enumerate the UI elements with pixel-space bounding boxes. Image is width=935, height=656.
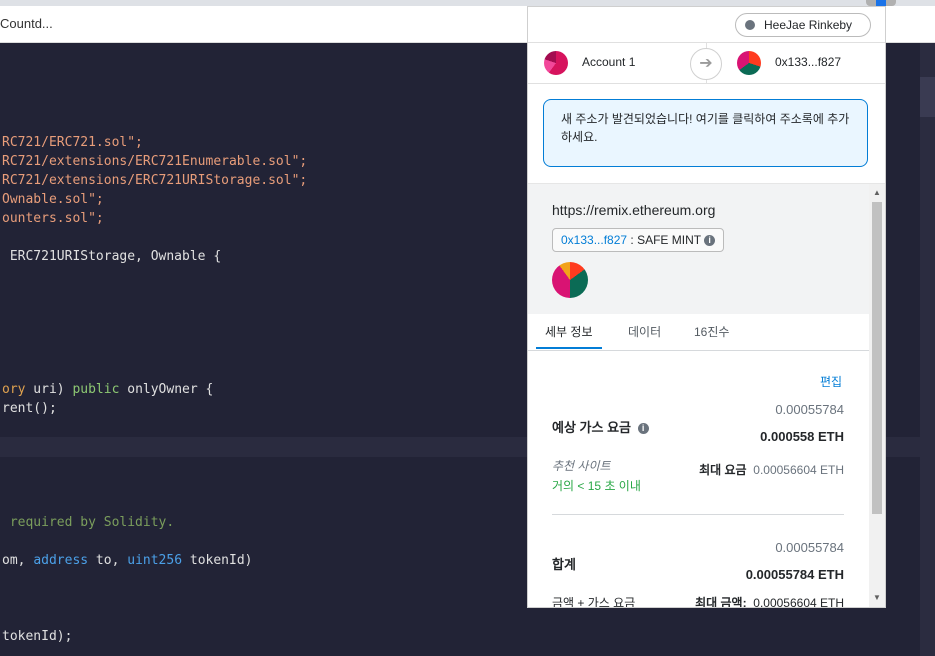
code-line: ERC721URIStorage, Ownable {	[2, 249, 222, 264]
code-line: RC721/ERC721.sol";	[2, 135, 143, 150]
total-label: 합계	[552, 557, 576, 572]
estimated-time: 거의 < 15 초 이내	[552, 479, 641, 493]
arrow-right-icon: ➔	[690, 48, 722, 80]
gas-info-icon[interactable]: i	[637, 423, 649, 435]
editor-minimap[interactable]	[920, 43, 935, 656]
account-transfer-row: Account 1 ➔ 0x133...f827	[528, 42, 885, 84]
code-line: ounters.sol";	[2, 211, 104, 226]
to-address[interactable]: 0x133...f827	[775, 55, 841, 69]
active-tab-indicator	[536, 347, 602, 349]
total-max-amount: 최대 금액: 0.00056604 ETH	[695, 596, 844, 608]
contract-method-pill[interactable]: 0x133...f827 : SAFE MINT i	[552, 228, 725, 252]
details-panel: 편집 0.00055784 예상 가스 요금 i 0.000558 ETH 추천…	[528, 351, 869, 607]
code-line: rent();	[2, 401, 57, 416]
gas-fee-value: 0.00055784	[775, 402, 844, 417]
contract-avatar-icon	[552, 262, 588, 298]
method-name: SAFE MINT	[637, 233, 702, 247]
total-value: 0.00055784	[775, 540, 844, 555]
scrollbar-thumb[interactable]	[872, 202, 882, 514]
minimap-thumb[interactable]	[920, 77, 935, 117]
browser-tab-title[interactable]: Countd...	[0, 16, 53, 31]
gas-fee-eth: 0.000558 ETH	[760, 429, 844, 444]
network-status-icon	[745, 20, 755, 30]
code-line: Ownable.sol";	[2, 192, 104, 207]
max-fee: 최대 요금 0.00056604 ETH	[699, 463, 844, 477]
transaction-scroll-area[interactable]: https://remix.ethereum.org 0x133...f827 …	[528, 184, 885, 607]
notice-text: 새 주소가 발견되었습니다! 여기를 클릭하여 주소록에 추가하세요.	[561, 112, 850, 144]
total-eth: 0.00055784 ETH	[745, 567, 844, 582]
scroll-down-icon[interactable]: ▼	[873, 593, 881, 602]
code-line: om, address to, uint256 tokenId)	[2, 553, 253, 568]
scroll-up-icon[interactable]: ▲	[873, 188, 881, 197]
account-avatar-icon	[544, 51, 568, 75]
origin-url: https://remix.ethereum.org	[552, 202, 716, 218]
code-line: required by Solidity.	[2, 515, 175, 530]
recipient-avatar-icon	[737, 51, 761, 75]
from-account-name[interactable]: Account 1	[582, 55, 635, 69]
code-line: RC721/extensions/ERC721URIStorage.sol";	[2, 173, 308, 188]
detail-tabs: 세부 정보 데이터 16진수	[528, 314, 869, 351]
info-icon[interactable]: i	[704, 235, 716, 247]
details-divider	[552, 514, 844, 515]
tab-details[interactable]: 세부 정보	[545, 323, 593, 340]
total-sub-label: 금액 + 가스 요금	[552, 596, 636, 608]
network-name: HeeJae Rinkeby	[764, 18, 853, 32]
popup-scrollbar[interactable]: ▲ ▼	[869, 184, 885, 607]
code-line: RC721/extensions/ERC721Enumerable.sol";	[2, 154, 308, 169]
metamask-popup: HeeJae Rinkeby Account 1 ➔ 0x133...f827 …	[527, 6, 886, 608]
edit-gas-link[interactable]: 편집	[820, 373, 842, 390]
network-selector[interactable]: HeeJae Rinkeby	[735, 13, 871, 37]
tab-data[interactable]: 데이터	[628, 323, 661, 340]
tab-hex[interactable]: 16진수	[694, 323, 729, 340]
new-address-notice[interactable]: 새 주소가 발견되었습니다! 여기를 클릭하여 주소록에 추가하세요.	[543, 99, 868, 167]
method-separator: :	[627, 233, 638, 247]
suggested-site-label: 추천 사이트	[552, 459, 611, 473]
contract-address-link[interactable]: 0x133...f827	[561, 233, 627, 247]
code-line: tokenId);	[2, 629, 73, 644]
code-line: ory uri) public onlyOwner {	[2, 382, 214, 397]
gas-fee-label: 예상 가스 요금 i	[552, 417, 649, 436]
